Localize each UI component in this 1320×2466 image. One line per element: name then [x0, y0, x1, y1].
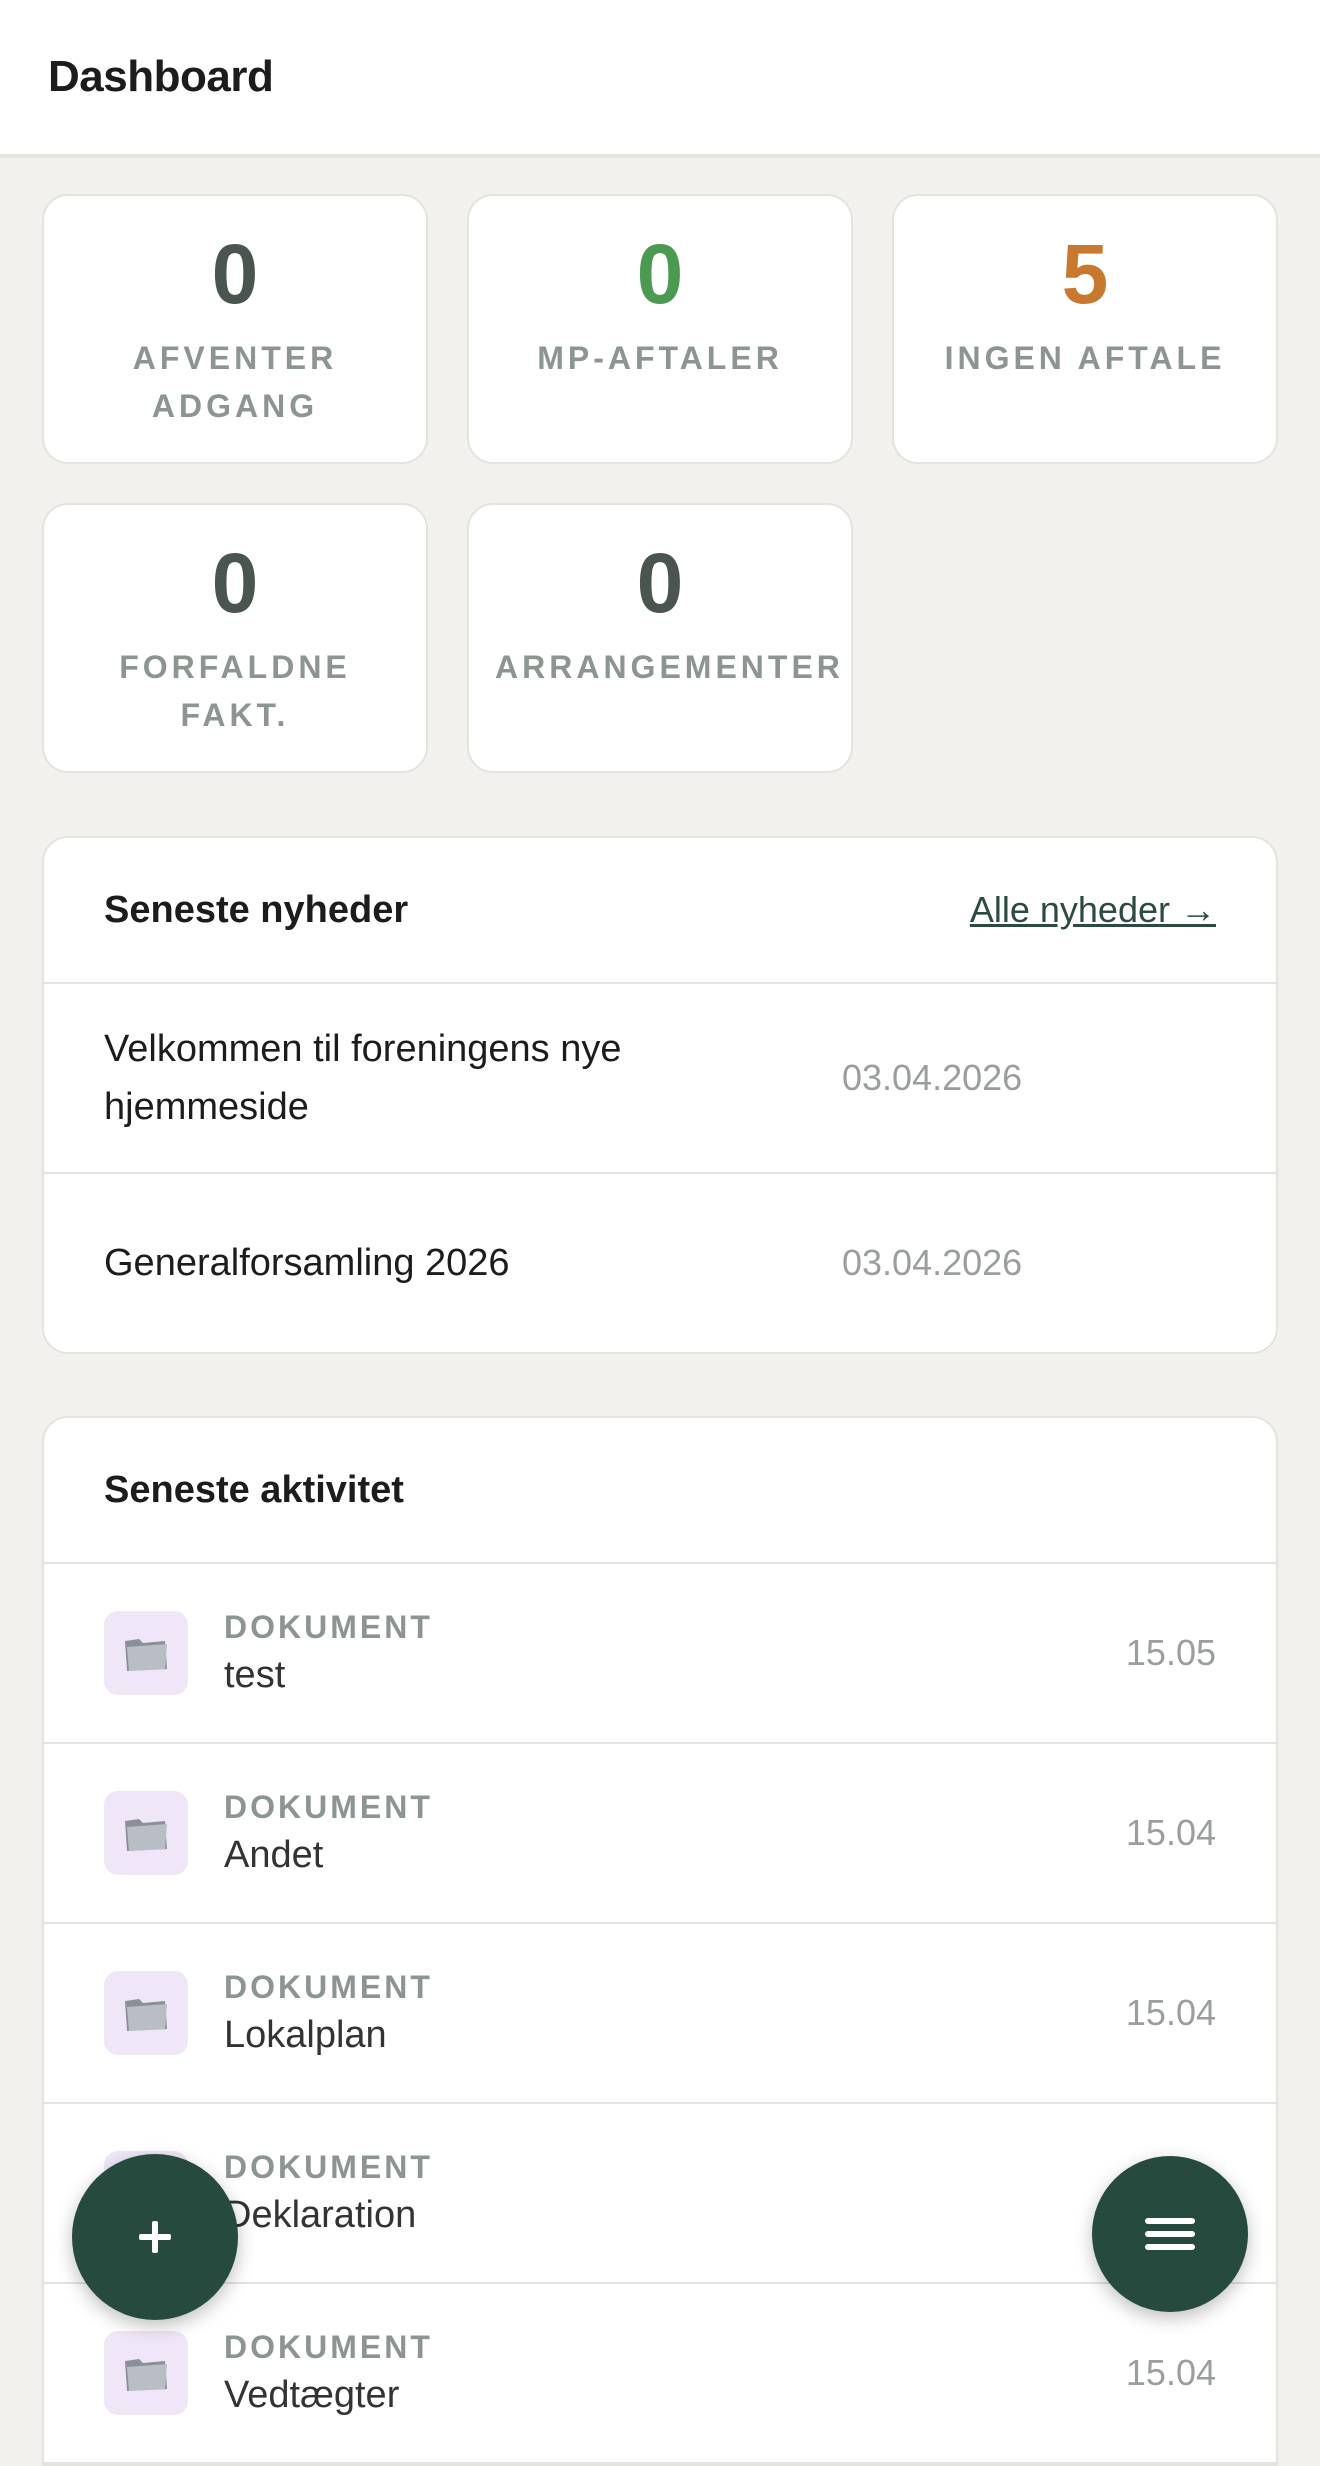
menu-icon	[1145, 2218, 1195, 2250]
news-item[interactable]: Velkommen til foreningens nye hjemmeside…	[44, 984, 1276, 1174]
stat-value: 0	[211, 227, 259, 321]
plus-icon	[139, 2221, 171, 2253]
stat-label: AFVENTER ADGANG	[132, 340, 338, 424]
activity-date: 15.04	[1125, 1812, 1216, 1853]
activity-name: Andet	[224, 1834, 324, 1876]
stat-label: FORFALDNE FAKT.	[119, 649, 351, 733]
stat-value: 5	[1061, 227, 1109, 321]
activity-type: DOKUMENT	[224, 2329, 433, 2365]
activity-card: Seneste aktivitet DOKUMENT test 15.05 DO…	[42, 1416, 1278, 2466]
activity-heading: Seneste aktivitet	[104, 1468, 404, 1511]
activity-item[interactable]: DOKUMENT Lokalplan 15.04	[44, 1924, 1276, 2104]
news-card: Seneste nyheder Alle nyheder → Velkommen…	[42, 836, 1278, 1354]
activity-item[interactable]: DOKUMENT Vedtægter 15.04	[44, 2284, 1276, 2464]
activity-type: DOKUMENT	[224, 1609, 433, 1645]
page-title: Dashboard	[48, 52, 274, 101]
stat-label: ARRANGEMENTER	[495, 649, 844, 685]
stat-value: 0	[636, 227, 684, 321]
stat-label: MP-AFTALER	[537, 340, 783, 376]
news-item-date: 03.04.2026	[842, 1242, 1023, 1283]
stat-card-afventer-adgang[interactable]: 0 AFVENTER ADGANG	[42, 194, 428, 464]
news-item-title: Generalforsamling 2026	[104, 1242, 510, 1284]
activity-name: test	[224, 1654, 286, 1696]
stat-value: 0	[211, 536, 259, 630]
stat-card-arrangementer[interactable]: 0 ARRANGEMENTER	[467, 503, 853, 773]
activity-date: 15.05	[1125, 1632, 1216, 1673]
news-item[interactable]: Generalforsamling 2026 03.04.2026	[44, 1174, 1276, 1352]
activity-name: Vedtægter	[224, 2374, 400, 2416]
activity-type: DOKUMENT	[224, 1789, 433, 1825]
folder-icon	[104, 1971, 188, 2055]
add-button[interactable]	[72, 2154, 238, 2320]
stat-card-forfaldne-fakt[interactable]: 0 FORFALDNE FAKT.	[42, 503, 428, 773]
activity-item[interactable]: DOKUMENT Andet 15.04	[44, 1744, 1276, 1924]
news-item-title: Velkommen til foreningens nye hjemmeside	[104, 1028, 622, 1128]
news-item-date: 03.04.2026	[842, 1057, 1023, 1098]
news-card-header: Seneste nyheder Alle nyheder →	[44, 838, 1276, 984]
stat-card-mp-aftaler[interactable]: 0 MP-AFTALER	[467, 194, 853, 464]
activity-item[interactable]: DOKUMENT test 15.05	[44, 1564, 1276, 1744]
stat-value: 0	[636, 536, 684, 630]
activity-date: 15.04	[1125, 1992, 1216, 2033]
folder-icon	[104, 1611, 188, 1695]
activity-name: Deklaration	[224, 2194, 417, 2236]
activity-type: DOKUMENT	[224, 2149, 433, 2185]
top-bar: Dashboard	[0, 0, 1320, 158]
news-heading: Seneste nyheder	[104, 888, 409, 931]
activity-date: 15.04	[1125, 2352, 1216, 2393]
stat-label: INGEN AFTALE	[944, 340, 1226, 376]
stat-card-ingen-aftale[interactable]: 5 INGEN AFTALE	[892, 194, 1278, 464]
activity-type: DOKUMENT	[224, 1969, 433, 2005]
all-news-link[interactable]: Alle nyheder →	[970, 889, 1216, 931]
folder-icon	[104, 1791, 188, 1875]
menu-button[interactable]	[1092, 2156, 1248, 2312]
activity-card-header: Seneste aktivitet	[44, 1418, 1276, 1564]
folder-icon	[104, 2331, 188, 2415]
activity-name: Lokalplan	[224, 2014, 387, 2056]
